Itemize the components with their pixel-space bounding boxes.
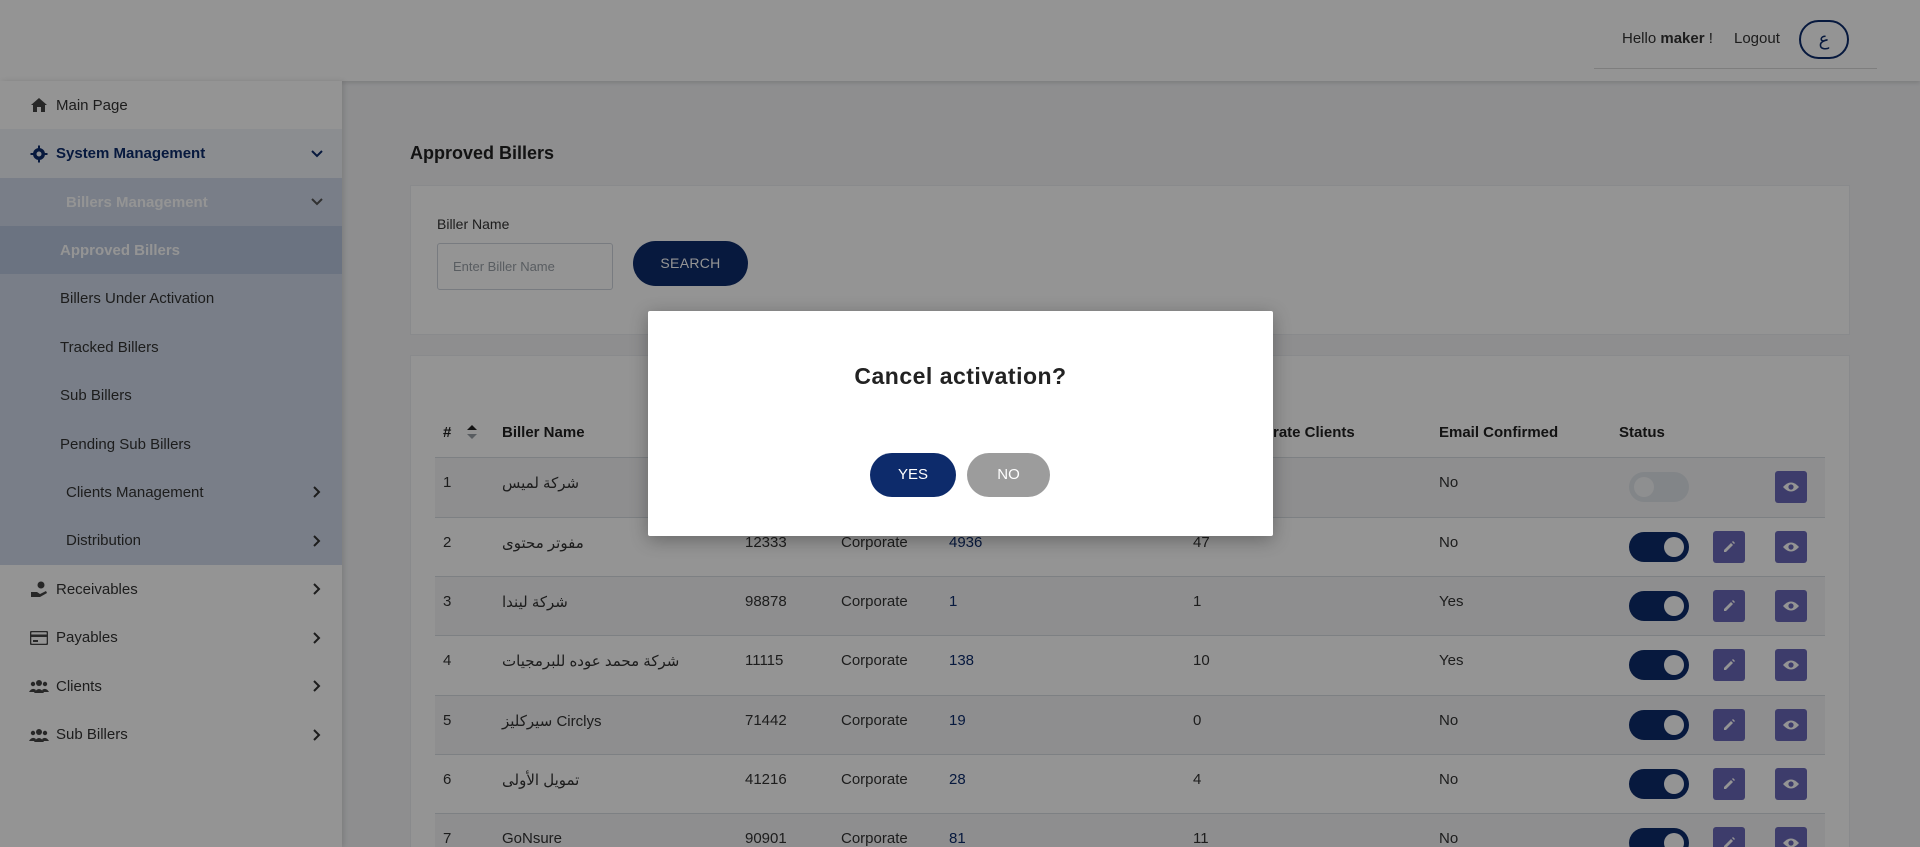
dialog-title: Cancel activation? (854, 363, 1067, 389)
yes-button[interactable]: YES (870, 453, 956, 497)
no-button[interactable]: NO (967, 453, 1050, 497)
confirm-dialog: Cancel activation? YES NO (648, 311, 1273, 536)
